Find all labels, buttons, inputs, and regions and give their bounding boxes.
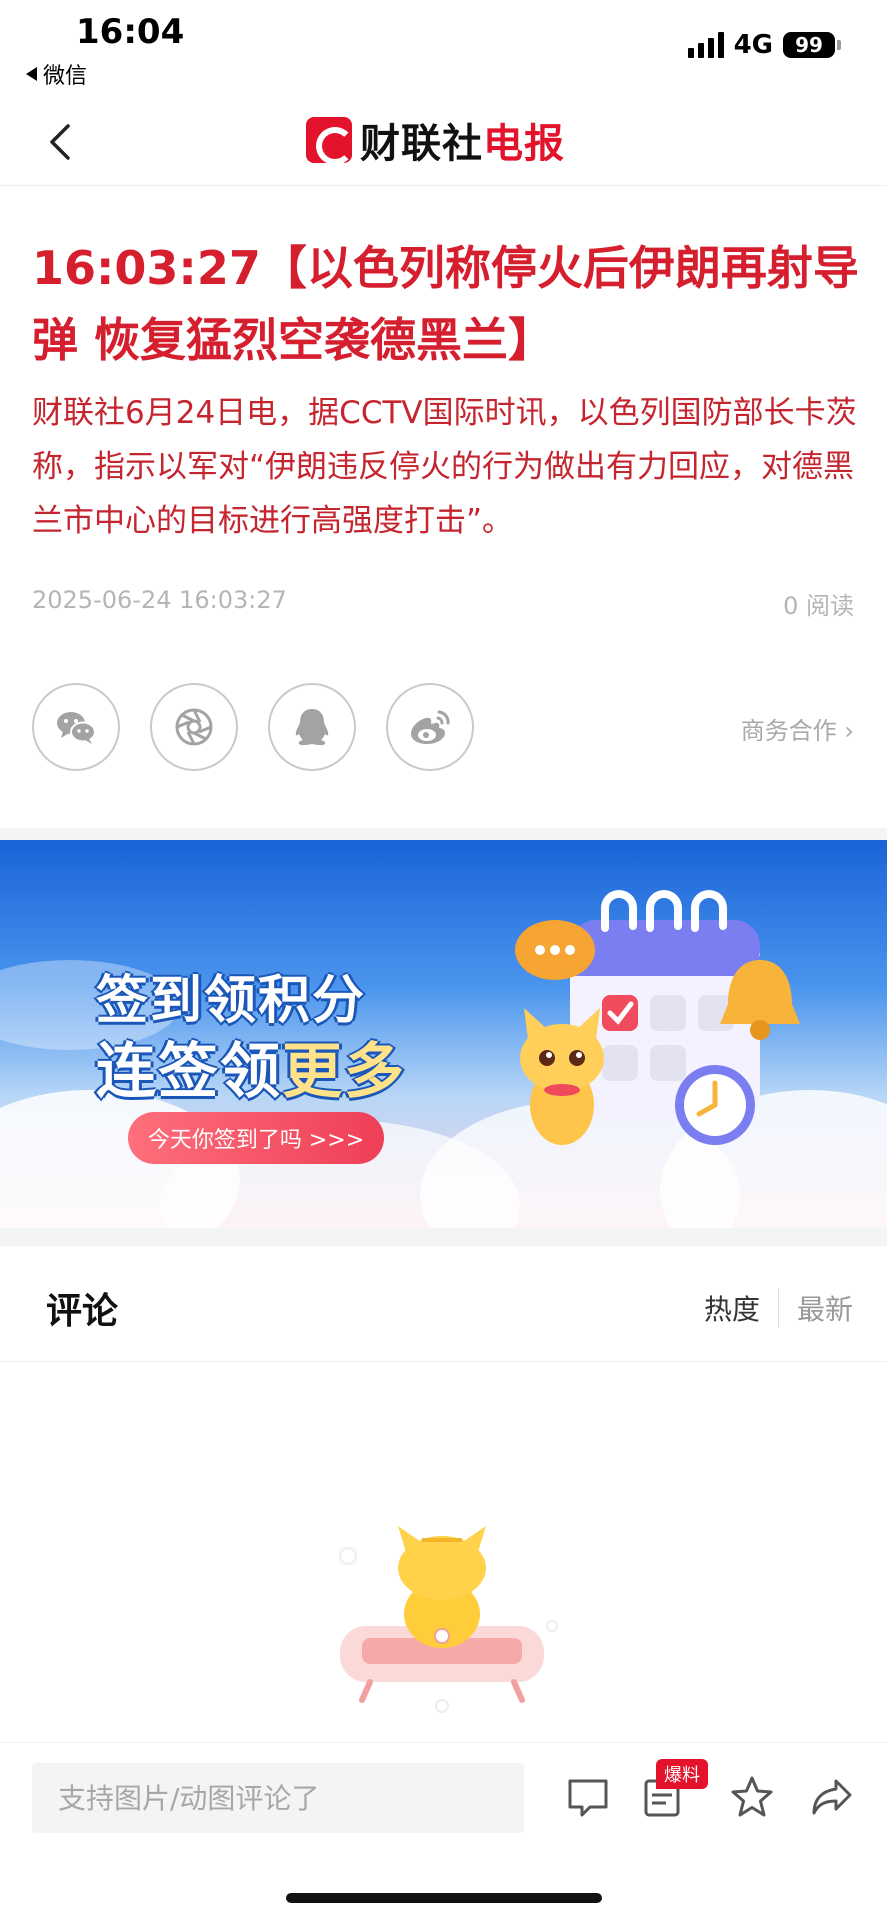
back-arrow-icon[interactable] bbox=[44, 120, 80, 164]
calendar-mascot-illustration bbox=[515, 890, 800, 1145]
moments-icon bbox=[175, 708, 213, 746]
status-time: 16:04 bbox=[76, 12, 185, 52]
banner-line2: 连签领更多 bbox=[96, 1023, 406, 1110]
share-row: 商务合作 › bbox=[32, 683, 854, 771]
weibo-icon bbox=[411, 710, 450, 744]
brand-name: 财联社电报 bbox=[360, 111, 565, 169]
sort-new-tab[interactable]: 最新 bbox=[779, 1288, 853, 1328]
sort-hot-tab[interactable]: 热度 bbox=[704, 1288, 779, 1328]
star-favorite-icon[interactable] bbox=[728, 1773, 776, 1821]
comments-title: 评论 bbox=[46, 1291, 119, 1332]
section-divider bbox=[0, 828, 887, 840]
empty-comments-illustration bbox=[339, 1526, 558, 1713]
back-triangle-icon bbox=[26, 67, 37, 81]
status-indicators: 4G 99 bbox=[687, 30, 841, 60]
qq-icon bbox=[295, 709, 329, 746]
comments-sort: 热度 最新 bbox=[704, 1288, 853, 1328]
share-moments-button[interactable] bbox=[150, 683, 238, 771]
bottom-action-bar: 爆料 bbox=[0, 1742, 887, 1920]
comment-icon[interactable] bbox=[564, 1773, 612, 1821]
banner-line2-white: 连签领 bbox=[96, 1037, 282, 1107]
brand-name-black: 财联社 bbox=[360, 121, 483, 167]
banner-line1: 签到领积分 bbox=[96, 971, 367, 1031]
comment-input[interactable] bbox=[32, 1763, 524, 1833]
business-cooperation-link[interactable]: 商务合作 › bbox=[741, 711, 854, 746]
share-qq-button[interactable] bbox=[268, 683, 356, 771]
battery-level: 99 bbox=[783, 32, 835, 58]
banner-line2-gold: 更多 bbox=[282, 1037, 406, 1107]
brand-name-red: 电报 bbox=[483, 121, 565, 167]
section-divider bbox=[0, 1228, 887, 1246]
nav-bar: 财联社电报 bbox=[0, 96, 887, 186]
share-arrow-icon[interactable] bbox=[808, 1773, 856, 1821]
status-bar: 16:04 微信 4G 99 bbox=[0, 0, 887, 96]
article-read-count: 0 阅读 bbox=[783, 592, 854, 620]
brand-logo: 财联社电报 bbox=[306, 111, 565, 169]
tip-off-badge: 爆料 bbox=[656, 1759, 708, 1789]
article-meta: 2025-06-24 16:03:27 0 阅读 bbox=[32, 586, 854, 621]
checkin-banner[interactable]: 签到领积分 连签领更多 今天你签到了吗 >>> bbox=[0, 840, 887, 1228]
checkin-cta-button[interactable]: 今天你签到了吗 >>> bbox=[128, 1112, 384, 1164]
article-datetime: 2025-06-24 16:03:27 bbox=[32, 586, 287, 614]
wechat-icon bbox=[57, 712, 96, 744]
article-body: 财联社6月24日电，据CCTV国际时讯，以色列国防部长卡茨称，指示以军对“伊朗违… bbox=[32, 395, 857, 539]
network-type: 4G bbox=[733, 30, 773, 60]
back-to-app-link[interactable]: 微信 bbox=[26, 58, 87, 90]
article-headline: 16:03:27【以色列称停火后伊朗再射导弹 恢复猛烈空袭德黑兰】 bbox=[32, 241, 859, 367]
share-weibo-button[interactable] bbox=[386, 683, 474, 771]
signal-icon bbox=[687, 32, 724, 58]
battery-icon: 99 bbox=[783, 32, 841, 58]
home-indicator bbox=[286, 1893, 602, 1903]
share-wechat-button[interactable] bbox=[32, 683, 120, 771]
cls-logo-icon bbox=[306, 117, 354, 165]
back-app-label: 微信 bbox=[43, 64, 88, 89]
comments-header: 评论 热度 最新 bbox=[0, 1246, 887, 1362]
